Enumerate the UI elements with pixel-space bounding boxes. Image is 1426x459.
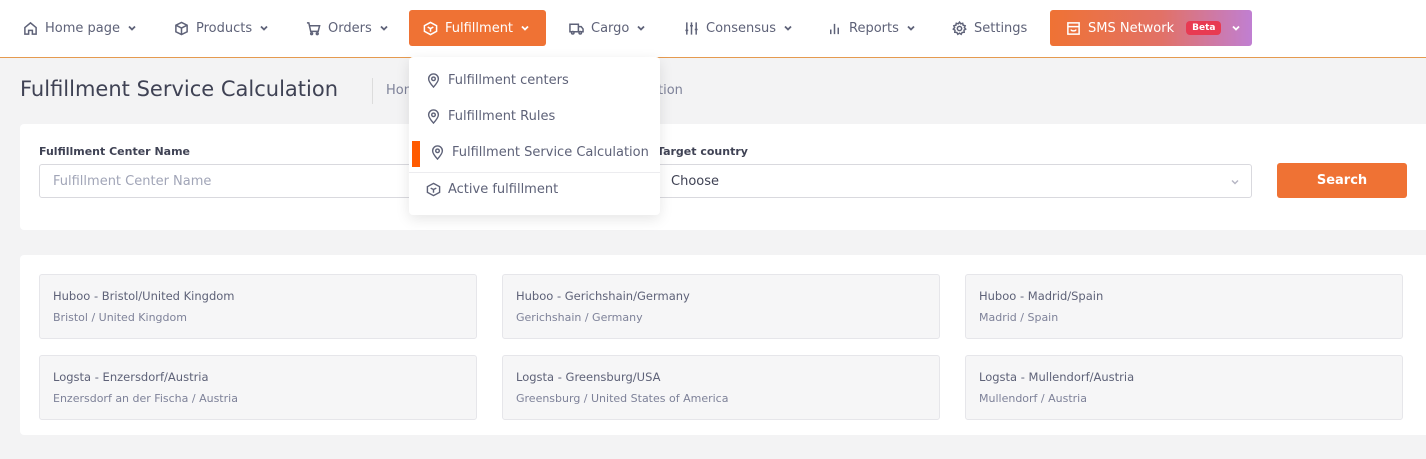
nav-fulfillment[interactable]: Fulfillment xyxy=(409,10,546,46)
center-name: Huboo - Madrid/Spain xyxy=(979,289,1104,303)
nav-home-page[interactable]: Home page xyxy=(23,10,137,46)
center-location: Mullendorf / Austria xyxy=(979,392,1087,405)
center-card[interactable]: Huboo - Gerichshain/Germany Gerichshain … xyxy=(502,274,940,339)
fulfillment-icon xyxy=(426,182,441,196)
breadcrumb-current: tion xyxy=(658,83,683,98)
beta-badge: Beta xyxy=(1186,21,1222,35)
nav-consensus[interactable]: Consensus xyxy=(684,10,793,46)
center-name: Huboo - Gerichshain/Germany xyxy=(516,289,690,303)
menu-item-fulfillment-service-calculation[interactable]: Fulfillment Service Calculation xyxy=(409,135,660,169)
search-button[interactable]: Search xyxy=(1277,163,1407,198)
fulfillment-icon xyxy=(423,21,438,35)
center-location: Bristol / United Kingdom xyxy=(53,311,187,324)
gear-icon xyxy=(952,20,967,35)
menu-item-active-fulfillment[interactable]: Active fulfillment xyxy=(409,172,660,206)
truck-icon xyxy=(569,23,584,35)
cart-icon xyxy=(306,21,321,35)
center-name: Logsta - Greensburg/USA xyxy=(516,370,661,384)
page-title: Fulfillment Service Calculation xyxy=(20,77,339,101)
chevron-down-icon xyxy=(521,25,529,31)
filter-card: Fulfillment Center Name Target country C… xyxy=(20,124,1426,230)
fulfillment-dropdown-menu: Fulfillment centers Fulfillment Rules Fu… xyxy=(409,57,660,215)
chevron-down-icon xyxy=(380,25,388,31)
menu-item-label: Fulfillment Rules xyxy=(448,108,556,124)
location-pin-icon xyxy=(431,144,444,160)
menu-item-label: Fulfillment centers xyxy=(448,72,569,88)
center-location: Gerichshain / Germany xyxy=(516,311,643,324)
center-location: Enzersdorf an der Fischa / Austria xyxy=(53,392,238,405)
location-pin-icon xyxy=(427,72,440,88)
chevron-down-icon xyxy=(260,25,268,31)
center-card[interactable]: Huboo - Madrid/Spain Madrid / Spain xyxy=(965,274,1403,339)
menu-item-fulfillment-rules[interactable]: Fulfillment Rules xyxy=(409,99,660,133)
title-divider xyxy=(372,78,373,104)
nav-sms-network-label: SMS Network xyxy=(1088,20,1175,36)
nav-sms-network[interactable]: SMS Network Beta xyxy=(1050,10,1252,46)
home-icon xyxy=(24,21,37,35)
sliders-icon xyxy=(685,21,698,35)
nav-orders[interactable]: Orders xyxy=(306,10,389,46)
store-icon xyxy=(1067,21,1080,35)
menu-item-fulfillment-centers[interactable]: Fulfillment centers xyxy=(409,63,660,97)
center-name: Logsta - Enzersdorf/Austria xyxy=(53,370,209,384)
top-navbar: Home page Products Orders Fulfillment Ca… xyxy=(0,0,1426,58)
center-name: Logsta - Mullendorf/Austria xyxy=(979,370,1135,384)
center-name-label: Fulfillment Center Name xyxy=(39,145,190,158)
chevron-down-icon xyxy=(637,25,646,31)
nav-cargo-label: Cargo xyxy=(591,20,630,36)
target-country-value: Choose xyxy=(671,173,719,189)
nav-reports-label: Reports xyxy=(849,20,899,36)
nav-consensus-label: Consensus xyxy=(706,20,777,36)
nav-home-page-label: Home page xyxy=(45,20,120,36)
nav-cargo[interactable]: Cargo xyxy=(569,10,646,46)
center-card[interactable]: Huboo - Bristol/United Kingdom Bristol /… xyxy=(39,274,477,339)
nav-products-label: Products xyxy=(196,20,253,36)
nav-settings[interactable]: Settings xyxy=(952,10,1027,46)
target-country-label: Target country xyxy=(657,145,748,158)
center-card[interactable]: Logsta - Mullendorf/Austria Mullendorf /… xyxy=(965,355,1403,420)
chevron-down-icon xyxy=(1232,25,1241,31)
nav-products[interactable]: Products xyxy=(174,10,269,46)
center-location: Madrid / Spain xyxy=(979,311,1059,324)
center-card[interactable]: Logsta - Enzersdorf/Austria Enzersdorf a… xyxy=(39,355,477,420)
nav-reports[interactable]: Reports xyxy=(827,10,916,46)
chevron-down-icon xyxy=(1231,178,1239,186)
target-country-select[interactable]: Choose xyxy=(657,164,1252,198)
box-icon xyxy=(175,21,188,35)
nav-settings-label: Settings xyxy=(974,20,1028,36)
center-name-input[interactable] xyxy=(39,164,439,198)
chevron-down-icon xyxy=(907,25,915,31)
results-card: Huboo - Bristol/United Kingdom Bristol /… xyxy=(20,255,1426,435)
nav-fulfillment-label: Fulfillment xyxy=(445,20,514,36)
chevron-down-icon xyxy=(784,25,792,31)
chevron-down-icon xyxy=(128,25,136,31)
location-pin-icon xyxy=(427,108,440,124)
nav-orders-label: Orders xyxy=(328,20,372,36)
center-name: Huboo - Bristol/United Kingdom xyxy=(53,289,235,303)
center-location: Greensburg / United States of America xyxy=(516,392,729,405)
menu-item-label: Fulfillment Service Calculation xyxy=(452,144,649,160)
center-card[interactable]: Logsta - Greensburg/USA Greensburg / Uni… xyxy=(502,355,940,420)
menu-item-label: Active fulfillment xyxy=(448,181,559,197)
bar-chart-icon xyxy=(830,23,839,34)
